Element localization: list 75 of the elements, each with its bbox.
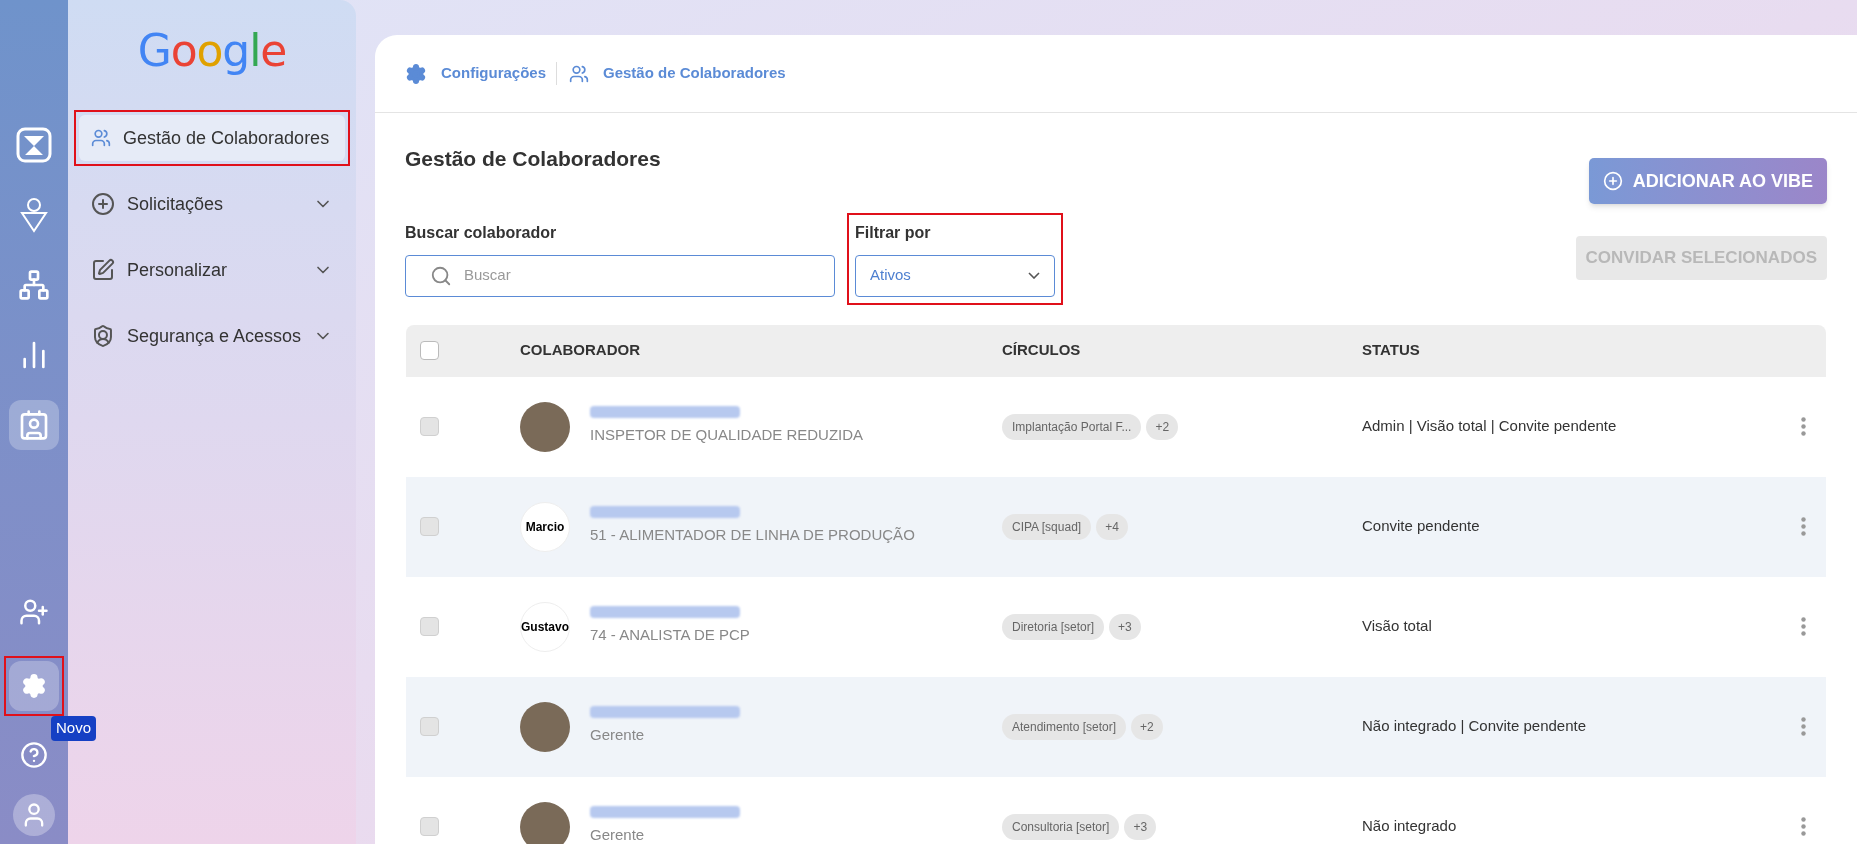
more-options-button[interactable] bbox=[1801, 517, 1806, 536]
status-text: Visão total bbox=[1362, 616, 1433, 637]
checkbox[interactable] bbox=[420, 717, 439, 736]
people-icon bbox=[91, 128, 111, 148]
more-options-button[interactable] bbox=[1801, 717, 1806, 736]
photo-placeholder bbox=[520, 401, 570, 452]
sidebar-item[interactable]: Solicitações bbox=[79, 181, 345, 227]
column-header: COLABORADOR bbox=[520, 340, 641, 361]
page-title: Gestão de Colaboradores bbox=[405, 146, 662, 172]
add-user-icon bbox=[19, 597, 49, 627]
column-header: STATUS bbox=[1362, 340, 1421, 361]
search-field[interactable]: Buscar bbox=[405, 254, 835, 297]
rail-button[interactable] bbox=[9, 661, 59, 711]
shield-user-icon bbox=[91, 324, 115, 348]
circle-tag: Atendimento [setor] bbox=[1002, 713, 1127, 740]
people-icon bbox=[569, 63, 589, 84]
chevron-down-icon bbox=[1028, 272, 1040, 279]
circle-tag: CIPA [squad] bbox=[1002, 513, 1092, 540]
vertical-dots-icon bbox=[1801, 517, 1806, 536]
photo-placeholder bbox=[520, 701, 570, 752]
job-title: Gerente bbox=[590, 725, 646, 746]
select-all-checkbox[interactable] bbox=[420, 341, 439, 360]
status-text: Não integrado | Convite pendente bbox=[1362, 716, 1588, 737]
ai-person-icon bbox=[19, 197, 49, 233]
column-header: CÍRCULOS bbox=[1002, 340, 1082, 361]
plus-circle-icon bbox=[91, 192, 115, 216]
photo-placeholder bbox=[520, 801, 570, 844]
checkbox[interactable] bbox=[420, 817, 439, 836]
vertical-dots-icon bbox=[1801, 717, 1806, 736]
more-tag: +3 bbox=[1109, 613, 1141, 640]
edit-icon bbox=[91, 258, 115, 282]
rail-button[interactable] bbox=[9, 400, 59, 450]
vertical-dots-icon bbox=[1801, 617, 1806, 636]
new-badge: Novo bbox=[51, 716, 97, 741]
search-icon bbox=[430, 264, 452, 287]
avatar-image: Gustavo bbox=[520, 601, 570, 652]
sidebar-item[interactable]: Personalizar bbox=[79, 247, 345, 293]
job-title: 74 - ANALISTA DE PCP bbox=[590, 625, 750, 646]
search-label: Buscar colaborador bbox=[405, 222, 558, 243]
more-options-button[interactable] bbox=[1801, 817, 1806, 836]
circle-tag: Implantação Portal F... bbox=[1002, 413, 1142, 440]
more-tag: +2 bbox=[1131, 713, 1163, 740]
hourglass-logo-icon bbox=[16, 127, 52, 163]
table-row[interactable]: Gerente Atendimento [setor] +2 Não integrado | Convite pendente bbox=[406, 676, 1826, 777]
more-options-button[interactable] bbox=[1801, 417, 1806, 436]
help-icon[interactable] bbox=[20, 741, 48, 769]
circle-tag: Diretoria [setor] bbox=[1002, 613, 1105, 640]
checkbox[interactable] bbox=[420, 417, 439, 436]
job-title: Gerente bbox=[590, 825, 646, 844]
status-text: Não integrado bbox=[1362, 816, 1458, 837]
plus-circle-icon bbox=[1602, 171, 1623, 191]
more-options-button[interactable] bbox=[1801, 617, 1806, 636]
avatar-image: Marcio bbox=[520, 501, 570, 552]
network-icon bbox=[18, 269, 50, 301]
search-input[interactable]: Buscar bbox=[464, 264, 810, 287]
table-row[interactable]: Marcio 51 - ALIMENTADOR DE LINHA DE PRODUÇÃO CIPA [squad] +4 Convite pendente bbox=[406, 476, 1826, 577]
more-tag: +3 bbox=[1124, 813, 1157, 840]
job-title: 51 - ALIMENTADOR DE LINHA DE PRODUÇÃO bbox=[590, 525, 915, 546]
user-avatar[interactable] bbox=[13, 794, 55, 836]
job-title: INSPETOR DE QUALIDADE REDUZIDA bbox=[590, 425, 864, 446]
circle-tag: Consultoria [setor] bbox=[1002, 813, 1120, 840]
checkbox[interactable] bbox=[420, 617, 439, 636]
sidebar-item[interactable]: Segurança e Acessos bbox=[79, 313, 345, 359]
vertical-dots-icon bbox=[1801, 817, 1806, 836]
checkbox[interactable] bbox=[420, 517, 439, 536]
id-badge-icon bbox=[18, 409, 50, 441]
status-text: Admin | Visão total | Convite pendente bbox=[1362, 416, 1618, 437]
filter-dropdown[interactable]: Ativos bbox=[855, 254, 1055, 297]
vertical-dots-icon bbox=[1801, 417, 1806, 436]
more-tag: +2 bbox=[1146, 413, 1179, 440]
sidebar-item[interactable]: Gestão de Colaboradores bbox=[79, 115, 345, 161]
status-text: Convite pendente bbox=[1362, 516, 1481, 537]
more-tag: +4 bbox=[1096, 513, 1128, 540]
filter-label: Filtrar por bbox=[855, 222, 932, 243]
google-logo: Google bbox=[137, 24, 287, 78]
